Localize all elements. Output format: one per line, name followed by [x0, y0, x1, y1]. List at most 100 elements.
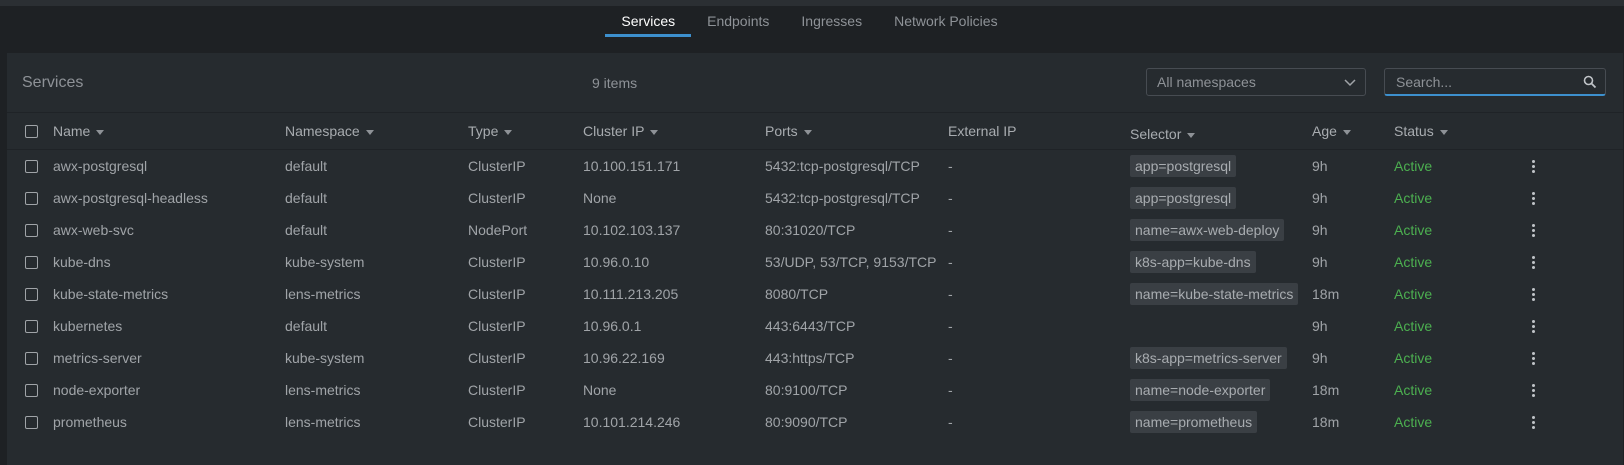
cell-age: 9h	[1312, 318, 1328, 334]
services-panel: Services 9 items All namespaces Name Nam…	[7, 53, 1623, 465]
search-input[interactable]	[1394, 72, 1578, 91]
row-checkbox[interactable]	[25, 255, 38, 269]
cell-age: 18m	[1312, 382, 1340, 398]
cell-status: Active	[1394, 222, 1433, 238]
table-row[interactable]: awx-postgresql-headless default ClusterIP N…	[7, 182, 1623, 214]
row-checkbox[interactable]	[25, 159, 38, 173]
cell-ports: 80:9090/TCP	[765, 414, 848, 430]
row-menu-icon[interactable]	[1525, 348, 1541, 368]
tab-ingresses[interactable]: Ingresses	[785, 6, 878, 37]
namespace-select[interactable]: All namespaces	[1146, 68, 1366, 96]
row-menu-icon[interactable]	[1525, 220, 1541, 240]
column-external-ip-label: External IP	[948, 123, 1017, 139]
row-checkbox[interactable]	[25, 319, 38, 333]
column-status[interactable]: Status	[1394, 123, 1448, 139]
column-status-label: Status	[1394, 123, 1434, 139]
cell-name: kubernetes	[53, 318, 123, 334]
table-row[interactable]: awx-web-svc default NodePort 10.102.103.137…	[7, 214, 1623, 246]
table-row[interactable]: awx-postgresql default ClusterIP 10.100.151…	[7, 150, 1623, 182]
selector-badge: name=awx-web-deploy	[1130, 219, 1285, 241]
select-all-checkbox[interactable]	[25, 124, 38, 138]
cell-selector: k8s-app=metrics-server	[1130, 347, 1287, 369]
cell-cluster-ip: None	[583, 382, 617, 398]
column-cluster-ip-label: Cluster IP	[583, 123, 645, 139]
cell-name: kube-dns	[53, 254, 111, 270]
table-row[interactable]: prometheus lens-metrics ClusterIP 10.101.21…	[7, 406, 1623, 438]
sort-icon	[96, 129, 105, 135]
cell-age: 9h	[1312, 254, 1328, 270]
items-count: 9 items	[592, 74, 638, 91]
cell-namespace: lens-metrics	[285, 286, 361, 302]
row-checkbox[interactable]	[25, 191, 38, 205]
row-checkbox[interactable]	[25, 415, 38, 429]
sort-icon	[1342, 129, 1351, 135]
cell-cluster-ip: 10.96.0.10	[583, 254, 650, 270]
row-menu-icon[interactable]	[1525, 284, 1541, 304]
cell-cluster-ip: None	[583, 190, 617, 206]
cell-status: Active	[1394, 158, 1433, 174]
sort-icon	[365, 129, 374, 135]
tab-bar: Services Endpoints Ingresses Network Pol…	[0, 6, 1624, 38]
cell-name: awx-postgresql	[53, 158, 148, 174]
tab-services[interactable]: Services	[605, 6, 692, 37]
table-row[interactable]: kube-state-metrics lens-metrics ClusterIP 1…	[7, 278, 1623, 310]
cell-ports: 5432:tcp-postgresql/TCP	[765, 158, 920, 174]
cell-external-ip: -	[948, 318, 953, 334]
cell-cluster-ip: 10.111.213.205	[583, 286, 679, 302]
sort-icon	[1187, 132, 1196, 138]
cell-name: awx-web-svc	[53, 222, 134, 238]
cell-selector: name=kube-state-metrics	[1130, 283, 1299, 305]
cell-type: NodePort	[468, 222, 528, 238]
cell-selector: name=node-exporter	[1130, 379, 1271, 401]
cell-age: 9h	[1312, 190, 1328, 206]
row-menu-icon[interactable]	[1525, 252, 1541, 272]
column-external-ip: External IP	[948, 123, 1016, 139]
cell-selector: name=awx-web-deploy	[1130, 219, 1285, 241]
row-checkbox[interactable]	[25, 287, 38, 301]
table-row[interactable]: metrics-server kube-system ClusterIP 10.96.…	[7, 342, 1623, 374]
row-checkbox[interactable]	[25, 223, 38, 237]
cell-type: ClusterIP	[468, 350, 526, 366]
column-name-label: Name	[53, 123, 91, 139]
row-menu-icon[interactable]	[1525, 380, 1541, 400]
selector-badge: k8s-app=kube-dns	[1130, 251, 1256, 273]
cell-ports: 5432:tcp-postgresql/TCP	[765, 190, 920, 206]
row-menu-icon[interactable]	[1525, 156, 1541, 176]
namespace-select-value: All namespaces	[1157, 74, 1256, 90]
column-age-label: Age	[1312, 123, 1337, 139]
cell-type: ClusterIP	[468, 190, 526, 206]
cell-status: Active	[1394, 254, 1433, 270]
cell-namespace: lens-metrics	[285, 414, 361, 430]
column-type[interactable]: Type	[468, 123, 513, 139]
search-box[interactable]	[1384, 68, 1606, 96]
row-menu-icon[interactable]	[1525, 316, 1541, 336]
column-namespace[interactable]: Namespace	[285, 123, 374, 139]
search-icon[interactable]	[1583, 75, 1597, 89]
column-age[interactable]: Age	[1312, 123, 1351, 139]
selector-badge: app=postgresql	[1130, 187, 1237, 209]
sort-icon	[803, 129, 812, 135]
cell-ports: 80:9100/TCP	[765, 382, 848, 398]
row-menu-icon[interactable]	[1525, 412, 1541, 432]
cell-name: kube-state-metrics	[53, 286, 169, 302]
row-checkbox[interactable]	[25, 383, 38, 397]
column-ports[interactable]: Ports	[765, 123, 812, 139]
cell-namespace: kube-system	[285, 350, 365, 366]
tab-network-policies[interactable]: Network Policies	[878, 6, 1013, 37]
table-row[interactable]: kube-dns kube-system ClusterIP 10.96.0.10 53…	[7, 246, 1623, 278]
cell-selector: app=postgresql	[1130, 187, 1237, 209]
column-cluster-ip[interactable]: Cluster IP	[583, 123, 659, 139]
tab-endpoints[interactable]: Endpoints	[691, 6, 785, 37]
row-menu-icon[interactable]	[1525, 188, 1541, 208]
cell-cluster-ip: 10.102.103.137	[583, 222, 681, 238]
cell-type: ClusterIP	[468, 382, 526, 398]
cell-selector: app=postgresql	[1130, 155, 1237, 177]
row-checkbox[interactable]	[25, 351, 38, 365]
table-row[interactable]: node-exporter lens-metrics ClusterIP None 80…	[7, 374, 1623, 406]
cell-type: ClusterIP	[468, 158, 526, 174]
cell-type: ClusterIP	[468, 414, 526, 430]
column-selector[interactable]: Selector	[1130, 126, 1196, 142]
cell-age: 18m	[1312, 414, 1340, 430]
table-row[interactable]: kubernetes default ClusterIP 10.96.0.1 443:6…	[7, 310, 1623, 342]
column-name[interactable]: Name	[53, 123, 105, 139]
